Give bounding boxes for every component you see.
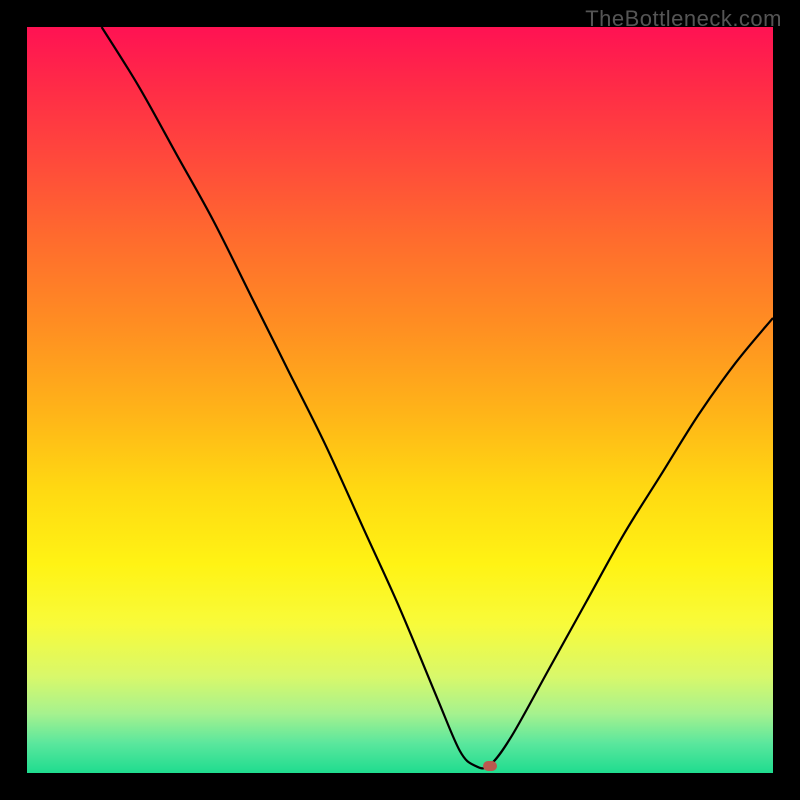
optimum-marker (483, 761, 497, 771)
bottleneck-curve (27, 27, 773, 773)
chart-frame: TheBottleneck.com (0, 0, 800, 800)
plot-area (27, 27, 773, 773)
curve-path (102, 27, 773, 768)
watermark-text: TheBottleneck.com (585, 6, 782, 32)
